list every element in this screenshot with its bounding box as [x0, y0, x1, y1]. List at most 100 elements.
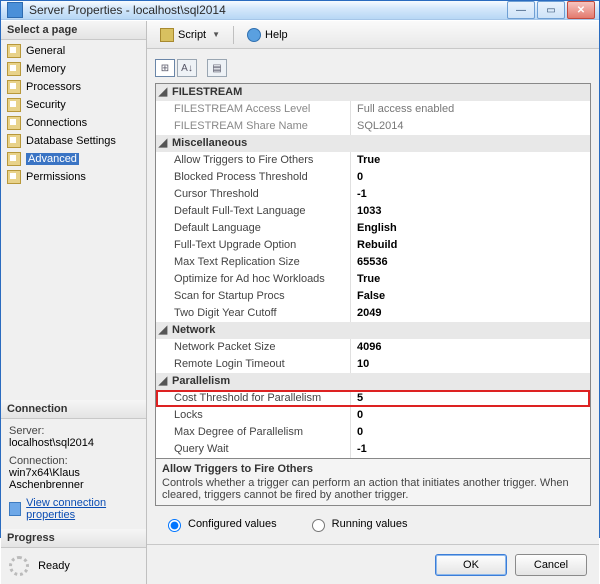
category-filestream[interactable]: ◢FILESTREAM	[156, 84, 590, 101]
close-button[interactable]: ✕	[567, 1, 595, 19]
property-value[interactable]: 5	[351, 390, 590, 407]
toolbar-divider	[233, 26, 234, 44]
property-row[interactable]: FILESTREAM Access LevelFull access enabl…	[156, 101, 590, 118]
expand-icon: ◢	[156, 135, 170, 152]
toolbar: Script ▼ Help	[147, 21, 599, 49]
sidebar-item-connections[interactable]: Connections	[1, 114, 146, 132]
property-value[interactable]: True	[351, 152, 590, 169]
help-button[interactable]: Help	[240, 25, 295, 45]
property-value[interactable]: 65536	[351, 254, 590, 271]
property-grid[interactable]: ◢FILESTREAMFILESTREAM Access LevelFull a…	[155, 83, 591, 459]
property-row[interactable]: Optimize for Ad hoc WorkloadsTrue	[156, 271, 590, 288]
page-icon	[7, 80, 21, 94]
server-label: Server:	[9, 425, 138, 437]
sidebar-item-label: Security	[26, 99, 66, 111]
property-row[interactable]: Locks0	[156, 407, 590, 424]
property-value[interactable]: 2049	[351, 305, 590, 322]
property-value[interactable]: 0	[351, 424, 590, 441]
property-name: Two Digit Year Cutoff	[156, 305, 351, 322]
property-row[interactable]: Network Packet Size4096	[156, 339, 590, 356]
page-list: GeneralMemory Processors Security Connectio…	[1, 40, 146, 188]
progress-status: Ready	[38, 560, 70, 572]
app-icon	[7, 2, 23, 18]
configured-values-radio[interactable]: Configured values	[163, 516, 277, 532]
description-body: Controls whether a trigger can perform a…	[162, 477, 584, 501]
property-value[interactable]: 0	[351, 407, 590, 424]
script-button[interactable]: Script ▼	[153, 25, 227, 45]
property-name: Cost Threshold for Parallelism	[156, 390, 351, 407]
property-name: Default Full-Text Language	[156, 203, 351, 220]
maximize-button[interactable]: ▭	[537, 1, 565, 19]
property-name: Full-Text Upgrade Option	[156, 237, 351, 254]
running-values-radio[interactable]: Running values	[307, 516, 408, 532]
ok-button[interactable]: OK	[435, 554, 507, 576]
property-value[interactable]: 1033	[351, 203, 590, 220]
property-value[interactable]: -1	[351, 441, 590, 458]
page-icon	[7, 152, 21, 166]
property-value[interactable]: 10	[351, 356, 590, 373]
property-row[interactable]: Full-Text Upgrade OptionRebuild	[156, 237, 590, 254]
category-parallelism[interactable]: ◢Parallelism	[156, 373, 590, 390]
page-icon	[7, 116, 21, 130]
property-name: FILESTREAM Share Name	[156, 118, 351, 135]
property-row[interactable]: Default LanguageEnglish	[156, 220, 590, 237]
property-value[interactable]: True	[351, 271, 590, 288]
property-row[interactable]: Blocked Process Threshold0	[156, 169, 590, 186]
property-value[interactable]: English	[351, 220, 590, 237]
expand-icon: ◢	[156, 322, 170, 339]
property-value[interactable]: Rebuild	[351, 237, 590, 254]
property-value[interactable]: 4096	[351, 339, 590, 356]
sidebar-item-label: Database Settings	[26, 135, 116, 147]
property-row[interactable]: Two Digit Year Cutoff2049	[156, 305, 590, 322]
property-name: FILESTREAM Access Level	[156, 101, 351, 118]
sidebar-item-security[interactable]: Security	[1, 96, 146, 114]
property-row[interactable]: Max Text Replication Size65536	[156, 254, 590, 271]
property-row[interactable]: Default Full-Text Language1033	[156, 203, 590, 220]
categorized-button[interactable]: ⊞	[155, 59, 175, 77]
property-row[interactable]: Remote Login Timeout10	[156, 356, 590, 373]
cancel-button[interactable]: Cancel	[515, 554, 587, 576]
property-row[interactable]: Cost Threshold for Parallelism5	[156, 390, 590, 407]
titlebar: Server Properties - localhost\sql2014 — …	[1, 1, 599, 20]
category-label: Network	[170, 322, 590, 339]
property-value[interactable]: -1	[351, 186, 590, 203]
sidebar-item-permissions[interactable]: Permissions	[1, 168, 146, 186]
sidebar-item-processors[interactable]: Processors	[1, 78, 146, 96]
property-value[interactable]: False	[351, 288, 590, 305]
sidebar-item-memory[interactable]: Memory	[1, 60, 146, 78]
alphabetical-button[interactable]: A↓	[177, 59, 197, 77]
property-value[interactable]: Full access enabled	[351, 101, 590, 118]
property-row[interactable]: Cursor Threshold-1	[156, 186, 590, 203]
property-value[interactable]: 0	[351, 169, 590, 186]
property-row[interactable]: FILESTREAM Share NameSQL2014	[156, 118, 590, 135]
property-name: Scan for Startup Procs	[156, 288, 351, 305]
category-miscellaneous[interactable]: ◢Miscellaneous	[156, 135, 590, 152]
property-value[interactable]: SQL2014	[351, 118, 590, 135]
property-name: Query Wait	[156, 441, 351, 458]
sidebar-item-database-settings[interactable]: Database Settings	[1, 132, 146, 150]
sidebar-item-advanced[interactable]: Advanced	[1, 150, 146, 168]
property-name: Remote Login Timeout	[156, 356, 351, 373]
description-title: Allow Triggers to Fire Others	[162, 463, 584, 475]
property-row[interactable]: Allow Triggers to Fire OthersTrue	[156, 152, 590, 169]
category-label: FILESTREAM	[170, 84, 590, 101]
grid-tools: ⊞ A↓ ▤	[155, 57, 591, 79]
property-pages-button[interactable]: ▤	[207, 59, 227, 77]
sidebar-item-general[interactable]: General	[1, 42, 146, 60]
property-row[interactable]: Max Degree of Parallelism0	[156, 424, 590, 441]
page-icon	[7, 98, 21, 112]
connection-label: Connection:	[9, 455, 138, 467]
property-row[interactable]: Query Wait-1	[156, 441, 590, 458]
property-name: Blocked Process Threshold	[156, 169, 351, 186]
property-name: Default Language	[156, 220, 351, 237]
sidebar-item-label: Processors	[26, 81, 81, 93]
sidebar-item-label: Advanced	[26, 153, 79, 165]
view-connection-properties-link[interactable]: View connection properties	[26, 497, 138, 521]
category-label: Parallelism	[170, 373, 590, 390]
category-network[interactable]: ◢Network	[156, 322, 590, 339]
minimize-button[interactable]: —	[507, 1, 535, 19]
property-name: Locks	[156, 407, 351, 424]
script-icon	[160, 28, 174, 42]
expand-icon: ◢	[156, 373, 170, 390]
property-row[interactable]: Scan for Startup ProcsFalse	[156, 288, 590, 305]
